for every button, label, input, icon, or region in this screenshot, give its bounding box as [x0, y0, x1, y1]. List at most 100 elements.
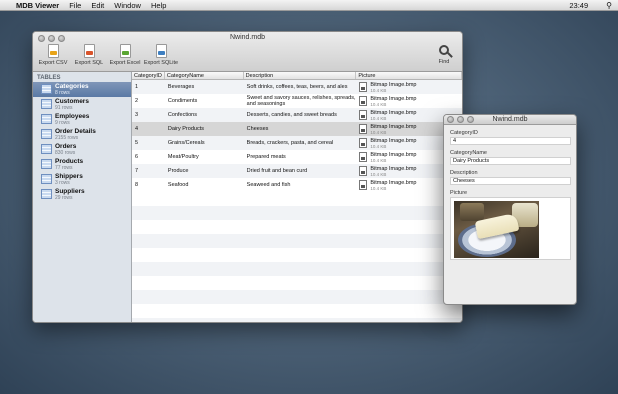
column-header[interactable]: Description — [244, 72, 357, 79]
column-header[interactable]: CategoryID — [132, 72, 165, 79]
export-csv-button[interactable]: Export CSV — [37, 44, 69, 66]
sqlite-file-icon — [155, 44, 167, 58]
table-icon — [41, 159, 52, 169]
sidebar-item-orders[interactable]: Orders 830 rows — [33, 142, 131, 157]
cell-category-id: 6 — [135, 154, 139, 160]
export-sql-button[interactable]: Export SQL — [73, 44, 105, 66]
sidebar-item-rowcount: 29 rows — [55, 195, 73, 201]
bitmap-file-icon — [359, 110, 368, 120]
sidebar-item-label: Shippers — [55, 173, 83, 180]
cell-category-id: 7 — [135, 168, 139, 174]
table-row[interactable]: 3 Confections Desserts, candies, and sweet… — [132, 108, 462, 122]
bitmap-file-icon — [359, 124, 368, 134]
sidebar-item-label: Customers — [55, 98, 89, 105]
find-button[interactable]: Find — [432, 45, 456, 65]
sidebar-item-rowcount: 77 rows — [55, 165, 73, 171]
cell-category-id: 5 — [135, 140, 139, 146]
toolbar: Export CSV Export SQL Export Excel Expor… — [37, 44, 179, 66]
detail-titlebar[interactable]: Nwind.mdb — [444, 115, 576, 125]
picture-field[interactable] — [450, 197, 571, 260]
column-header[interactable]: CategoryName — [165, 72, 244, 79]
cell-category-name: Meat/Poultry — [167, 154, 199, 160]
main-window: Nwind.mdb Export CSV Export SQL Export E… — [32, 31, 463, 323]
menu-help[interactable]: Help — [151, 1, 166, 10]
table-icon — [41, 114, 52, 124]
sidebar-item-customers[interactable]: Customers 91 rows — [33, 97, 131, 112]
table-row[interactable]: 8 Seafood Seaweed and fish Bitmap Image.bmp… — [132, 178, 462, 192]
field-label: Picture — [450, 190, 468, 196]
cell-description: Breads, crackers, pasta, and cereal — [246, 140, 334, 146]
table-row[interactable]: 1 Beverages Soft drinks, coffees, teas, be… — [132, 80, 462, 94]
find-label: Find — [438, 59, 450, 65]
cell-category-name: Grains/Cereals — [167, 140, 205, 146]
cell-category-id: 2 — [135, 98, 139, 104]
sidebar-item-rowcount: 9 rows — [55, 120, 70, 126]
description-field[interactable]: Cheeses — [450, 177, 571, 185]
cell-picture: Bitmap Image.bmp 10.4 KB — [356, 80, 462, 94]
sidebar-item-categories[interactable]: Categories 8 rows — [33, 82, 131, 97]
cell-category-id: 1 — [135, 84, 139, 90]
picture-filesize: 10.4 KB — [370, 185, 387, 191]
sidebar-item-label: Orders — [55, 143, 77, 150]
sidebar-item-shippers[interactable]: Shippers 3 rows — [33, 172, 131, 187]
export-sqlite-label: Export SQLite — [143, 60, 179, 66]
sidebar-item-order-details[interactable]: Order Details 2155 rows — [33, 127, 131, 142]
excel-file-icon — [119, 44, 131, 58]
picture-filesize: 10.4 KB — [370, 143, 387, 149]
main-titlebar[interactable]: Nwind.mdb Export CSV Export SQL Export E… — [33, 32, 462, 72]
menu-window[interactable]: Window — [114, 1, 141, 10]
table-icon — [41, 144, 52, 154]
search-icon — [439, 45, 449, 55]
cell-description: Soft drinks, coffees, teas, beers, and a… — [246, 84, 348, 90]
bitmap-file-icon — [359, 152, 368, 162]
sidebar-item-suppliers[interactable]: Suppliers 29 rows — [33, 187, 131, 202]
export-sqlite-button[interactable]: Export SQLite — [143, 44, 179, 66]
cell-category-id: 3 — [135, 112, 139, 118]
cheese-photo — [454, 201, 539, 258]
sidebar-item-label: Categories — [55, 83, 89, 90]
sidebar-item-label: Employees — [55, 113, 90, 120]
cell-description: Seaweed and fish — [246, 182, 291, 188]
record-detail-window: Nwind.mdb CategoryID 4 CategoryName Dair… — [443, 114, 577, 305]
column-header[interactable]: Picture — [356, 72, 462, 79]
sidebar-heading: TABLES — [37, 75, 61, 81]
category-id-field[interactable]: 4 — [450, 137, 571, 145]
table-icon — [41, 189, 52, 199]
cell-description: Cheeses — [246, 126, 269, 132]
sidebar-item-rowcount: 830 rows — [55, 150, 76, 156]
cell-description: Desserts, candies, and sweet breads — [246, 112, 337, 118]
menu-bar: MDB Viewer File Edit Window Help 23:49 ⚲ — [0, 0, 618, 11]
cell-category-id: 8 — [135, 182, 139, 188]
table-row[interactable]: 5 Grains/Cereals Breads, crackers, pasta, … — [132, 136, 462, 150]
bitmap-file-icon — [359, 96, 368, 106]
table-row[interactable]: 7 Produce Dried fruit and bean curd Bitmap … — [132, 164, 462, 178]
category-name-field[interactable]: Dairy Products — [450, 157, 571, 165]
export-sql-label: Export SQL — [74, 60, 104, 66]
sidebar-item-employees[interactable]: Employees 9 rows — [33, 112, 131, 127]
picture-filesize: 10.4 KB — [370, 129, 387, 135]
cell-category-name: Dairy Products — [167, 126, 204, 132]
spotlight-icon[interactable]: ⚲ — [606, 1, 612, 10]
export-excel-label: Export Excel — [109, 60, 141, 66]
table-icon — [41, 99, 52, 109]
cell-description: Prepared meats — [246, 154, 286, 160]
table-row[interactable]: 2 Condiments Sweet and savory sauces, reli… — [132, 94, 462, 108]
grid-body: 1 Beverages Soft drinks, coffees, teas, be… — [132, 80, 462, 192]
picture-filesize: 10.4 KB — [370, 115, 387, 121]
menu-file[interactable]: File — [69, 1, 81, 10]
picture-filesize: 10.4 KB — [370, 157, 387, 163]
table-list: Categories 8 rows Customers 91 rows Empl… — [33, 82, 131, 202]
menu-clock[interactable]: 23:49 — [569, 1, 588, 10]
data-grid[interactable]: CategoryID CategoryName Description Pict… — [132, 72, 462, 322]
table-icon — [41, 84, 52, 94]
sidebar-item-label: Products — [55, 158, 84, 165]
export-excel-button[interactable]: Export Excel — [109, 44, 141, 66]
menu-edit[interactable]: Edit — [91, 1, 104, 10]
table-row[interactable]: 6 Meat/Poultry Prepared meats Bitmap Image.… — [132, 150, 462, 164]
sidebar-item-products[interactable]: Products 77 rows — [33, 157, 131, 172]
bitmap-file-icon — [359, 82, 368, 92]
app-menu[interactable]: MDB Viewer — [16, 1, 59, 10]
table-row[interactable]: 4 Dairy Products Cheeses Bitmap Image.bmp 10… — [132, 122, 462, 136]
cell-category-name: Beverages — [167, 84, 195, 90]
cell-description: Sweet and savory sauces, relishes, sprea… — [246, 95, 356, 107]
